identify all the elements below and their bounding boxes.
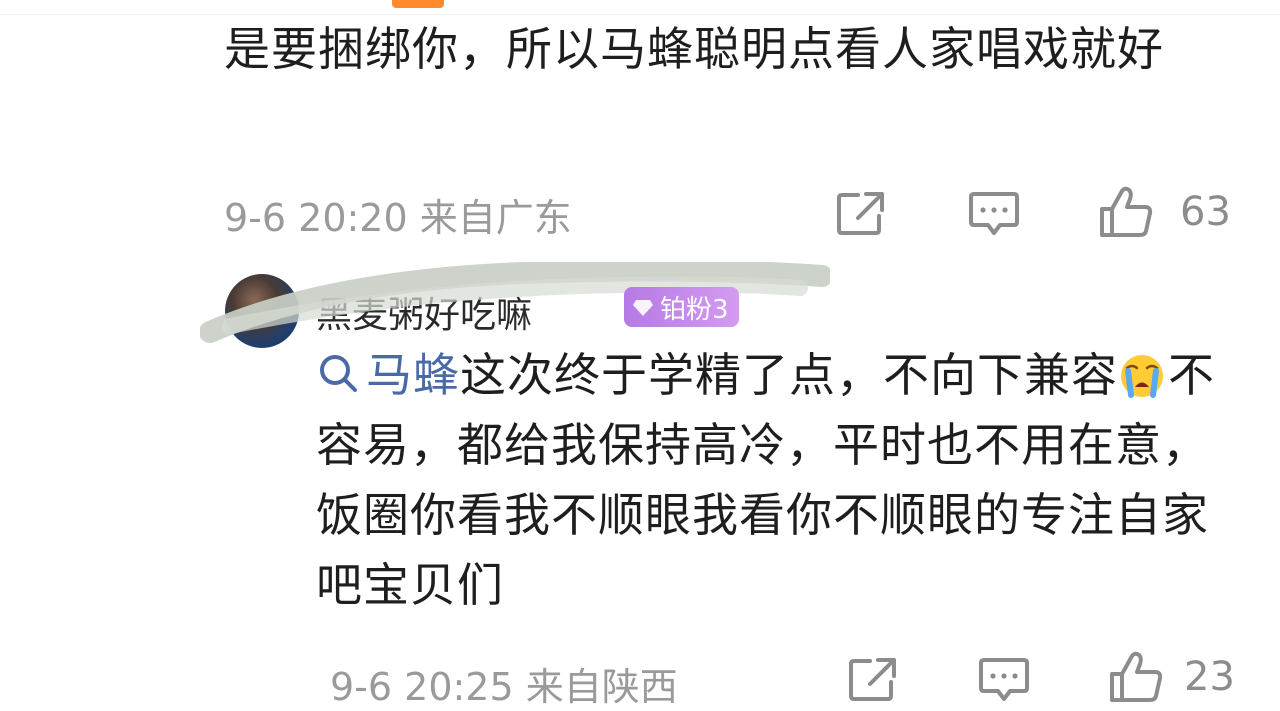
badge-label: 铂粉3 xyxy=(660,294,729,325)
comment-1-like-button[interactable]: 63 xyxy=(1098,185,1231,239)
diamond-icon xyxy=(633,300,653,316)
active-tab-indicator xyxy=(392,0,444,8)
comment-2-like-count: 23 xyxy=(1184,654,1235,700)
fan-level-badge: 铂粉3 xyxy=(624,287,739,327)
like-icon xyxy=(1100,186,1153,237)
comment-1-meta: 9-6 20:20 来自广东 xyxy=(224,187,572,242)
comment-icon xyxy=(969,192,1019,235)
share-icon xyxy=(849,658,896,701)
comment-2-username[interactable]: 黑麦粥好吃嘛 xyxy=(316,286,532,338)
comment-1-reply-button[interactable] xyxy=(968,190,1020,238)
comment-2-text-part1: 这次终于学精了点，不向下兼容 xyxy=(460,348,1118,402)
topic-link[interactable]: 马蜂 xyxy=(316,348,460,402)
comment-2-share-button[interactable] xyxy=(848,656,898,702)
comment-icon xyxy=(979,658,1029,701)
comment-2-time: 9-6 20:25 xyxy=(330,665,514,709)
comment-2-text: 马蜂这次终于学精了点，不向下兼容 不容易，都给我保持高冷，平时也不用在意，饭圈你… xyxy=(316,340,1236,620)
comment-1-like-count: 63 xyxy=(1180,189,1231,235)
comment-1-location: 来自广东 xyxy=(419,196,572,240)
topic-label: 马蜂 xyxy=(366,348,460,402)
top-divider xyxy=(0,0,1280,15)
search-icon xyxy=(320,355,357,392)
comment-2-location: 来自陕西 xyxy=(525,665,678,709)
comment-1-time: 9-6 20:20 xyxy=(224,196,408,240)
comment-1-share-button[interactable] xyxy=(836,190,886,236)
crying-emoji-icon xyxy=(1121,355,1163,398)
comment-2-like-button[interactable]: 23 xyxy=(1108,650,1235,704)
share-icon xyxy=(837,192,884,235)
like-icon xyxy=(1110,651,1163,702)
avatar[interactable] xyxy=(225,274,299,348)
comment-2-reply-button[interactable] xyxy=(978,656,1030,704)
comment-1-text: 是要捆绑你，所以马蜂聪明点看人家唱戏就好 xyxy=(224,22,1164,76)
